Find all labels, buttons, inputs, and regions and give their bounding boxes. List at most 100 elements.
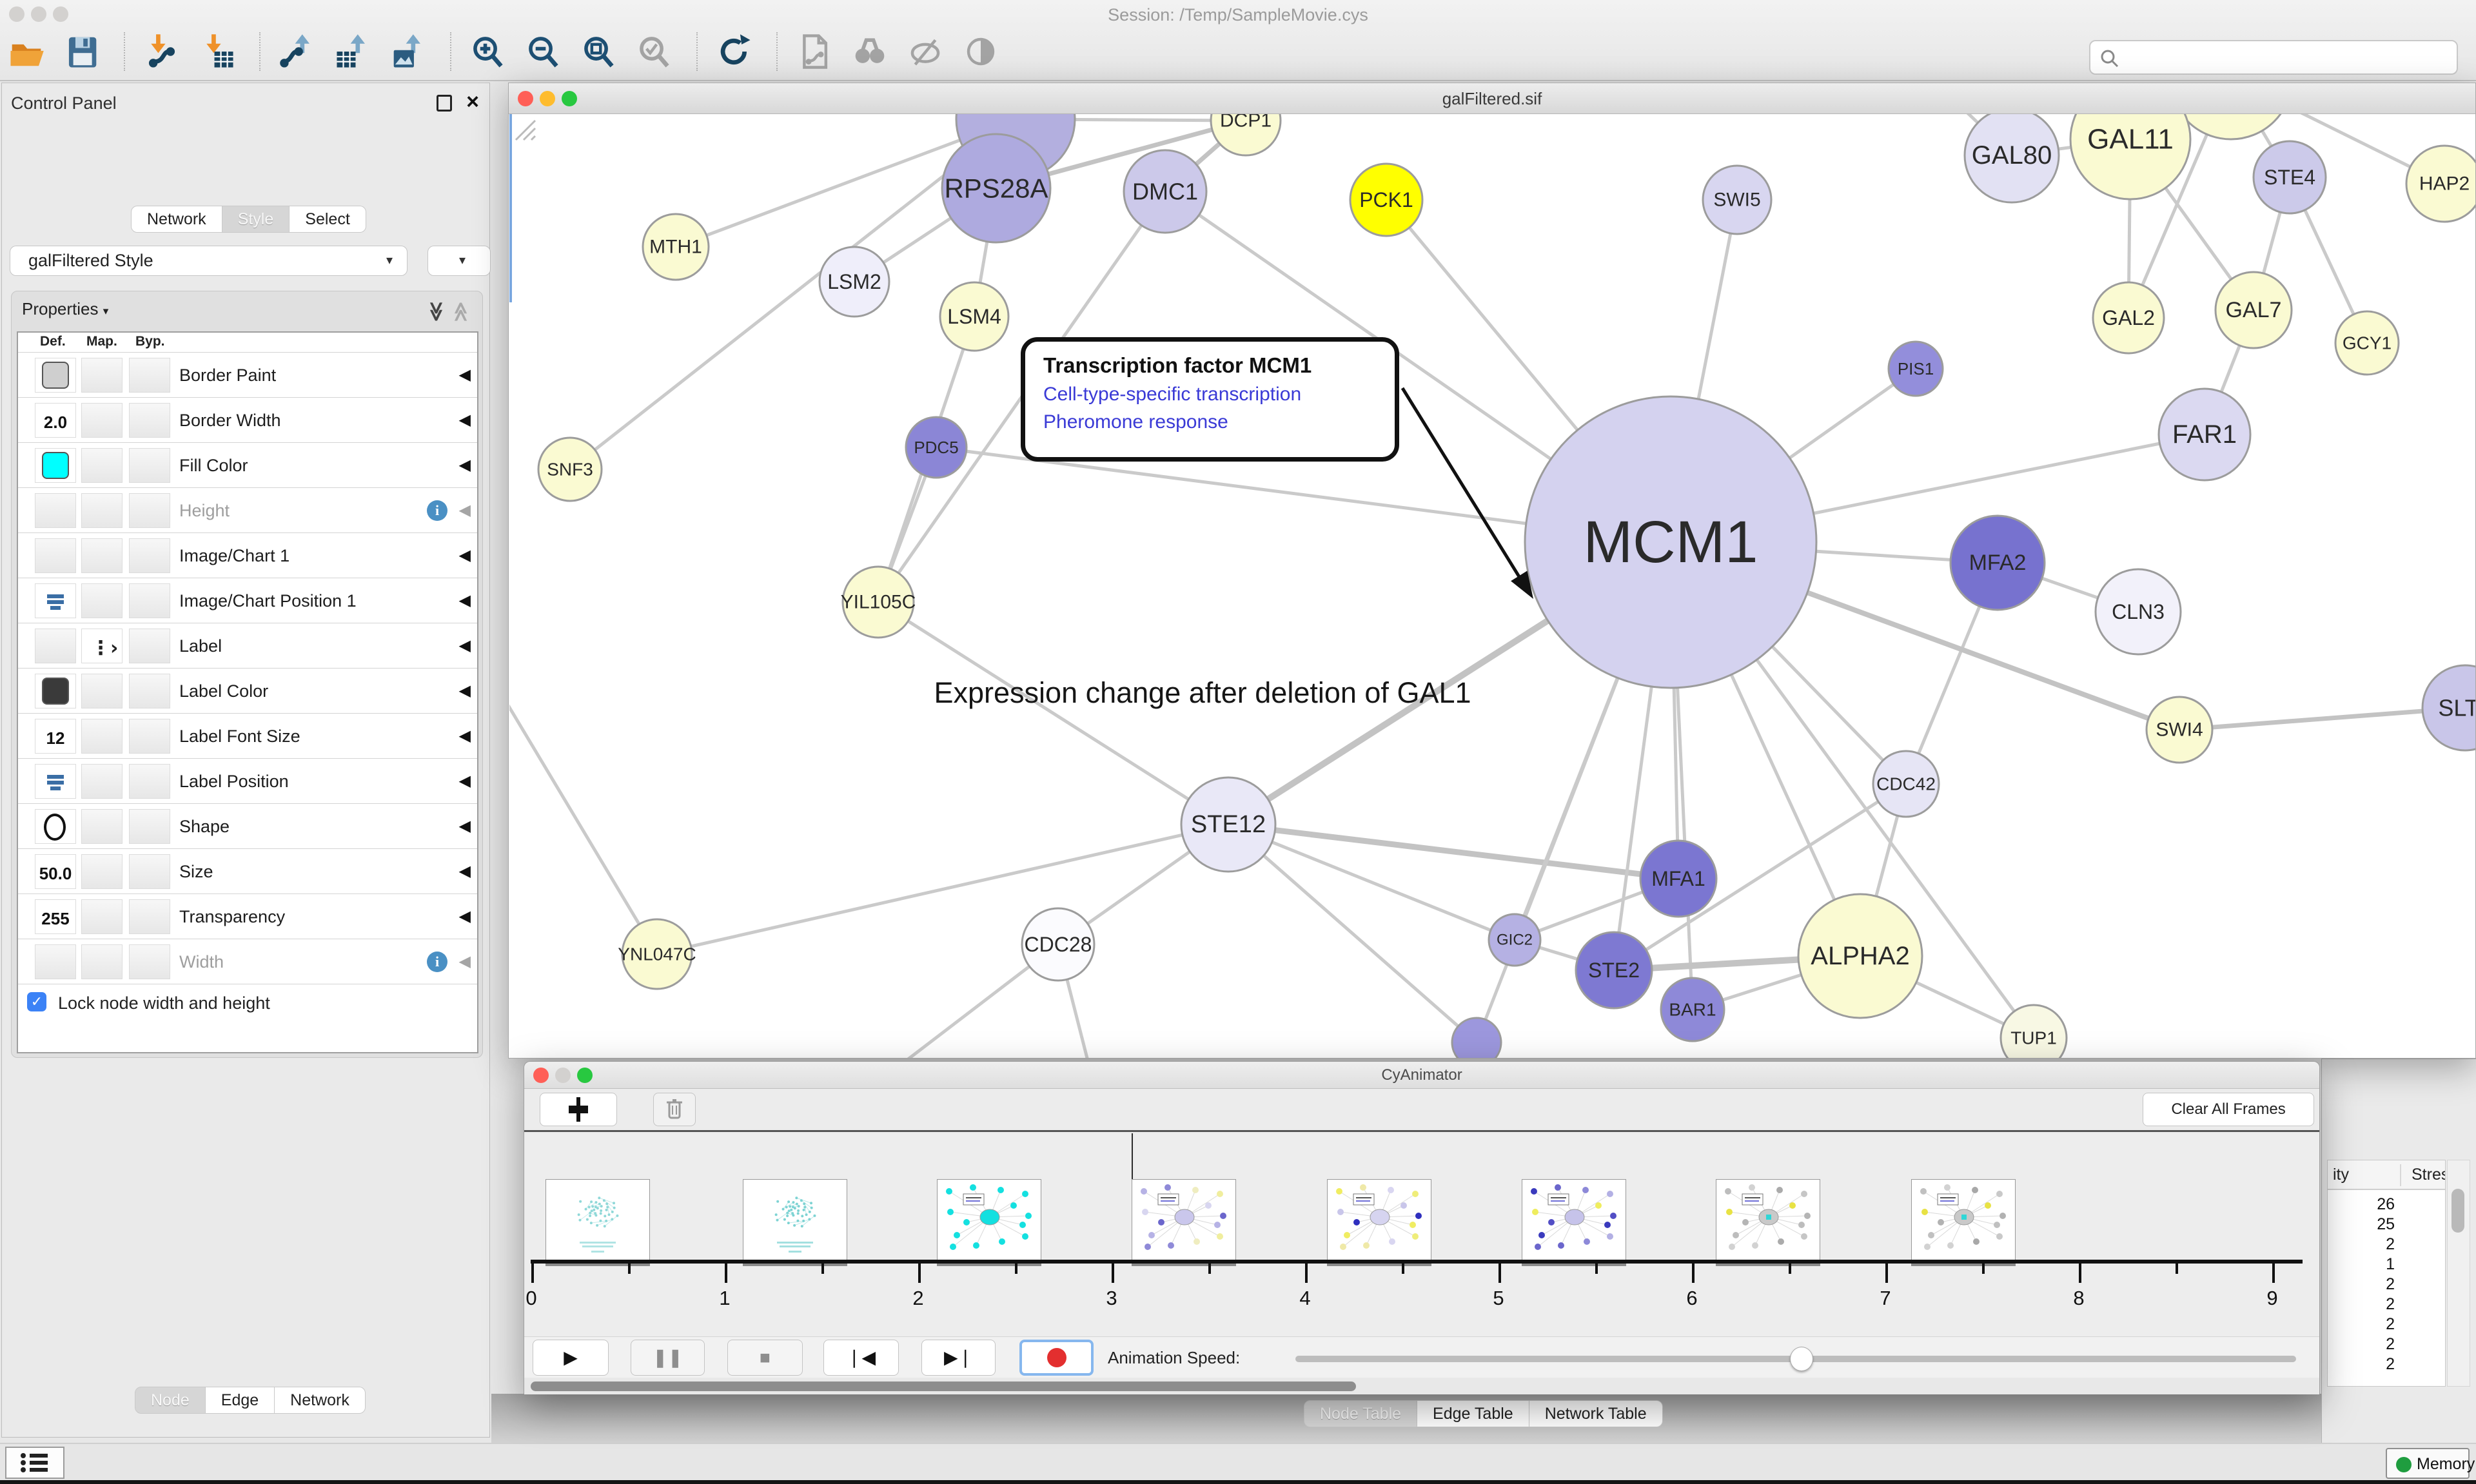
property-row-width[interactable]: Widthi◀ [18,939,477,984]
default-value-cell[interactable] [35,629,76,663]
export-network-icon[interactable] [279,31,316,72]
property-row-label-font-size[interactable]: 12Label Font Size◀ [18,713,477,758]
timeline-scrollbar[interactable] [524,1378,2319,1394]
hide-selected-icon[interactable] [907,31,944,72]
timeline[interactable]: 0123456789 Seconds [524,1132,2319,1336]
collapse-row-icon[interactable]: ◀ [459,398,471,443]
properties-header[interactable]: Properties ▾ [22,299,108,319]
default-value-cell[interactable] [35,538,76,573]
tab-select[interactable]: Select [290,206,366,233]
bypass-cell[interactable] [129,358,170,393]
table-row[interactable]: 1 [2328,1255,2395,1274]
property-row-shape[interactable]: Shape◀ [18,803,477,848]
network-window-titlebar[interactable]: galFiltered.sif [509,83,2475,114]
bypass-cell[interactable] [129,629,170,663]
collapse-row-icon[interactable]: ◀ [459,894,471,939]
property-row-transparency[interactable]: 255Transparency◀ [18,893,477,939]
table-row[interactable]: 2 [2328,1315,2395,1334]
frame-thumbnail-1[interactable] [743,1179,847,1261]
default-value-cell[interactable] [35,764,76,799]
network-graph[interactable]: DCP1RPS28ADMC1PCK1MTH1LSM2LSM4SWI5GAL80G… [509,114,2475,1058]
default-value-cell[interactable]: 2.0 [35,403,76,438]
mapping-cell[interactable] [81,493,123,528]
zoom-fit-icon[interactable] [580,31,618,72]
export-table-icon[interactable] [334,31,371,72]
annotation-link[interactable]: Cell-type-specific transcription [1043,384,1377,405]
collapse-all-icon[interactable]: ≫ [449,302,472,322]
mapping-cell[interactable] [81,674,123,708]
tab-network-table[interactable]: Network Table [1529,1400,1663,1427]
mapping-cell[interactable] [81,403,123,438]
frame-thumbnail-5[interactable] [1522,1179,1626,1261]
tab-node[interactable]: Node [135,1387,206,1414]
collapse-row-icon[interactable]: ◀ [459,488,471,533]
network-snapshot-icon[interactable] [796,31,833,72]
search-input[interactable] [2128,44,2450,71]
record-button[interactable] [1019,1340,1094,1376]
mapping-cell[interactable] [81,719,123,754]
property-row-border-paint[interactable]: Border Paint◀ [18,352,477,397]
mapping-cell[interactable] [81,448,123,483]
export-image-icon[interactable] [389,31,427,72]
zoom-in-icon[interactable] [469,31,507,72]
skip-start-button[interactable]: ❘◀ [823,1340,899,1376]
checkbox-checked-icon[interactable]: ✓ [27,992,46,1011]
collapse-row-icon[interactable]: ◀ [459,623,471,669]
property-row-height[interactable]: Heighti◀ [18,487,477,532]
table-row[interactable]: 2 [2328,1355,2395,1374]
collapse-row-icon[interactable]: ◀ [459,353,471,398]
info-icon[interactable]: i [427,500,447,521]
default-value-cell[interactable]: 255 [35,899,76,934]
default-value-cell[interactable] [35,448,76,483]
bypass-cell[interactable] [129,719,170,754]
tab-network[interactable]: Network [131,206,222,233]
bypass-cell[interactable] [129,583,170,618]
resize-grip-icon[interactable] [509,114,536,141]
table-row[interactable]: 2 [2328,1235,2395,1254]
default-value-cell[interactable]: 12 [35,719,76,754]
collapse-row-icon[interactable]: ◀ [459,939,471,984]
default-value-cell[interactable] [35,583,76,618]
frame-thumbnail-4[interactable] [1327,1179,1431,1261]
memory-button[interactable]: Memory [2386,1448,2470,1479]
import-network-icon[interactable] [143,31,181,72]
collapse-row-icon[interactable]: ◀ [459,443,471,488]
mapping-cell[interactable] [81,854,123,889]
frame-thumbnail-6[interactable] [1716,1179,1820,1261]
edge[interactable] [1228,825,1477,1042]
scrollbar-thumb[interactable] [531,1381,1356,1391]
annotation-link[interactable]: Pheromone response [1043,411,1377,433]
skip-end-button[interactable]: ▶❘ [921,1340,996,1376]
speed-slider-thumb[interactable] [1790,1347,1813,1371]
collapse-row-icon[interactable]: ◀ [459,533,471,578]
mapping-cell[interactable] [81,809,123,844]
bypass-cell[interactable] [129,538,170,573]
bypass-cell[interactable] [129,899,170,934]
property-row-border-width[interactable]: 2.0Border Width◀ [18,397,477,442]
collapse-row-icon[interactable]: ◀ [459,669,471,714]
frame-thumbnail-0[interactable] [545,1179,650,1261]
bypass-cell[interactable] [129,674,170,708]
delete-frame-button[interactable] [653,1093,696,1126]
close-panel-icon[interactable]: × [466,90,479,115]
expand-all-icon[interactable]: ≫ [425,302,447,322]
property-row-size[interactable]: 50.0Size◀ [18,848,477,893]
scrollbar-thumb[interactable] [2451,1189,2464,1233]
mapping-cell[interactable] [81,899,123,934]
edge[interactable] [657,825,1228,954]
tab-node-table[interactable]: Node Table [1304,1400,1417,1427]
mapping-cell[interactable] [81,583,123,618]
default-value-cell[interactable]: 50.0 [35,854,76,889]
cyanimator-titlebar[interactable]: CyAnimator [524,1062,2319,1089]
add-frame-button[interactable] [540,1093,617,1126]
property-row-label[interactable]: ⋮›Label◀ [18,623,477,668]
table-row[interactable]: 25 [2328,1215,2395,1234]
task-history-button[interactable] [5,1447,64,1479]
bypass-cell[interactable] [129,944,170,979]
tab-network-bottom[interactable]: Network [275,1387,366,1414]
zoom-selected-icon[interactable] [636,31,673,72]
default-value-cell[interactable] [35,809,76,844]
bypass-cell[interactable] [129,448,170,483]
mapping-cell[interactable] [81,764,123,799]
table-row[interactable]: 26 [2328,1195,2395,1214]
